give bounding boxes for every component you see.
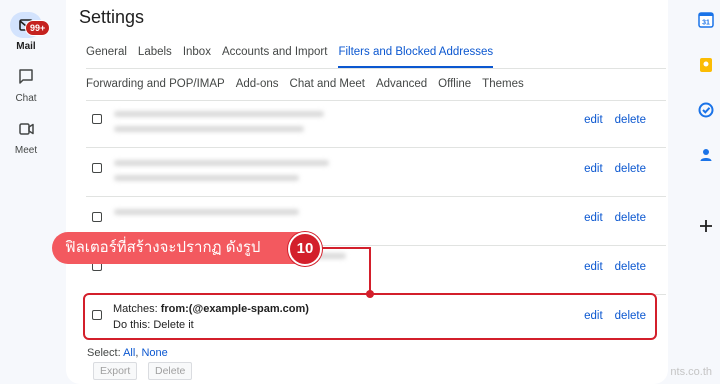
redacted-text <box>114 175 299 181</box>
row-actions: edit delete <box>572 114 646 126</box>
svg-text:31: 31 <box>702 20 710 27</box>
video-icon <box>10 116 42 142</box>
edit-link[interactable]: edit <box>584 261 603 273</box>
delete-link[interactable]: delete <box>615 261 646 273</box>
redacted-text <box>114 111 324 117</box>
redacted-text <box>114 126 304 132</box>
tab-add-ons[interactable]: Add-ons <box>236 69 279 100</box>
tab-advanced[interactable]: Advanced <box>376 69 427 100</box>
tab-themes[interactable]: Themes <box>482 69 524 100</box>
row-actions: edit delete <box>572 163 646 175</box>
callout-leader-line <box>369 247 371 293</box>
select-none-link[interactable]: None <box>141 347 167 359</box>
watermark-text: nts.co.th <box>670 366 712 378</box>
edit-link[interactable]: edit <box>584 212 603 224</box>
left-nav-rail: 99+ Mail Chat Meet <box>0 0 52 384</box>
rail-item-mail[interactable]: 99+ Mail <box>0 12 52 52</box>
tasks-icon[interactable] <box>698 102 714 118</box>
redacted-text <box>114 209 299 215</box>
side-panel-rail: 31 <box>688 0 720 384</box>
edit-link[interactable]: edit <box>584 163 603 175</box>
tab-forwarding-and-pop-imap[interactable]: Forwarding and POP/IMAP <box>86 69 225 100</box>
select-label: Select: <box>87 347 121 359</box>
chat-icon <box>10 64 42 90</box>
tab-accounts-and-import[interactable]: Accounts and Import <box>222 37 327 68</box>
filter-row: edit delete <box>86 149 666 197</box>
redacted-text <box>114 160 329 166</box>
delete-link[interactable]: delete <box>615 114 646 126</box>
contacts-icon[interactable] <box>698 147 714 163</box>
delete-link[interactable]: delete <box>615 212 646 224</box>
delete-selected-button[interactable]: Delete <box>148 362 193 380</box>
tab-chat-and-meet[interactable]: Chat and Meet <box>290 69 365 100</box>
callout-leader-line <box>322 247 370 249</box>
highlight-new-filter <box>83 293 657 340</box>
edit-link[interactable]: edit <box>584 114 603 126</box>
delete-link[interactable]: delete <box>615 163 646 175</box>
step-number-badge: 10 <box>288 232 322 266</box>
unread-badge: 99+ <box>25 20 51 36</box>
select-all-link[interactable]: All <box>123 347 135 359</box>
settings-tabs-row1: General Labels Inbox Accounts and Import… <box>86 37 666 68</box>
calendar-icon[interactable]: 31 <box>698 12 714 28</box>
callout-leader-dot <box>366 290 374 298</box>
tab-labels[interactable]: Labels <box>138 37 172 68</box>
rail-item-chat[interactable]: Chat <box>0 64 52 104</box>
page-title: Settings <box>79 7 145 27</box>
callout-annotation: ฟิลเตอร์ที่สร้างจะปรากฏ ดังรูป <box>52 232 314 264</box>
rail-label-meet: Meet <box>14 145 38 156</box>
rail-item-meet[interactable]: Meet <box>0 116 52 156</box>
settings-tabs-row2: Forwarding and POP/IMAP Add-ons Chat and… <box>86 69 666 100</box>
filter-checkbox[interactable] <box>92 163 102 173</box>
tab-filters-and-blocked-addresses[interactable]: Filters and Blocked Addresses <box>338 37 493 68</box>
tab-offline[interactable]: Offline <box>438 69 471 100</box>
filter-checkbox[interactable] <box>92 212 102 222</box>
filter-checkbox[interactable] <box>92 114 102 124</box>
tab-general[interactable]: General <box>86 37 127 68</box>
row-actions: edit delete <box>572 212 646 224</box>
rail-label-mail: Mail <box>16 41 36 52</box>
plus-icon[interactable] <box>698 218 714 234</box>
select-controls: Select: All, None <box>87 347 168 359</box>
row-actions: edit delete <box>572 261 646 273</box>
keep-icon[interactable] <box>698 57 714 73</box>
rail-label-chat: Chat <box>15 93 37 104</box>
select-separator: , <box>135 347 139 359</box>
tab-inbox[interactable]: Inbox <box>183 37 211 68</box>
export-button[interactable]: Export <box>93 362 138 380</box>
filter-row: edit delete <box>86 100 666 148</box>
